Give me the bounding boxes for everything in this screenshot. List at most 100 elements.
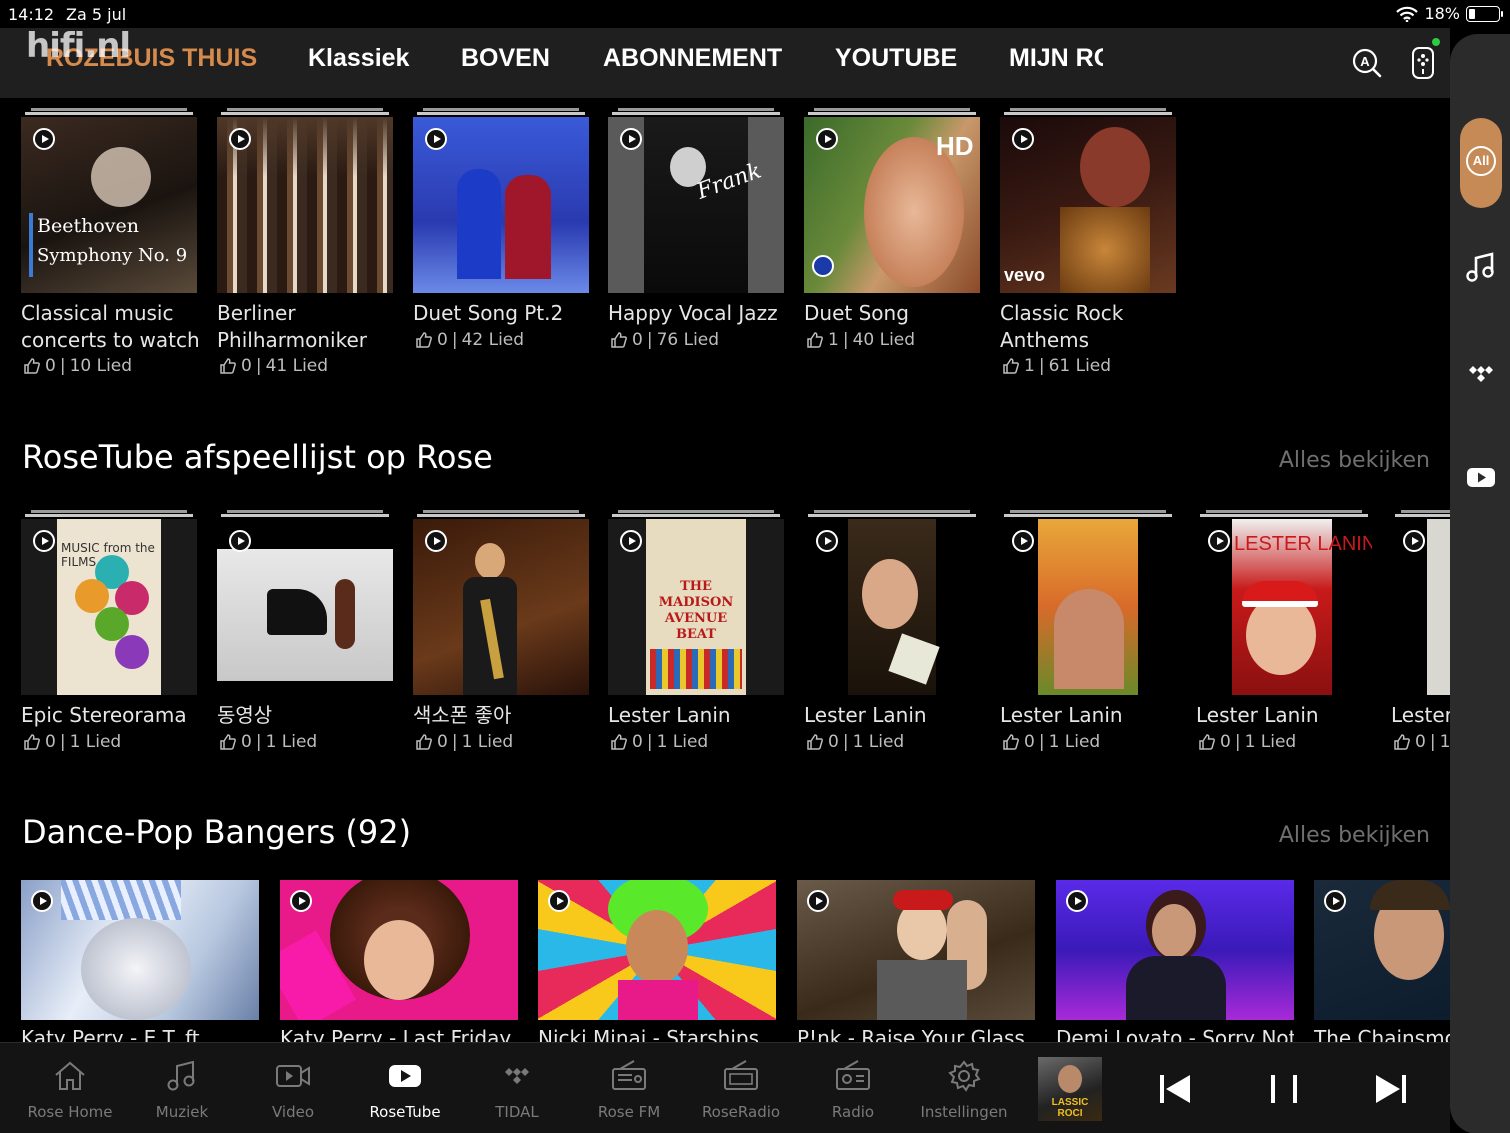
playlist-title: Classical music concerts to watch (21, 301, 200, 352)
battery-icon (1466, 5, 1503, 22)
svg-text:A: A (1360, 54, 1370, 69)
video-title: Katy Perry - E.T. ft. (21, 1026, 207, 1042)
nav-fade (1103, 28, 1343, 98)
playlist-meta: 0|1 Lied (23, 732, 121, 752)
thumbs-up-icon[interactable] (1002, 357, 1020, 375)
like-count: 0 (1220, 732, 1231, 752)
previous-track-icon[interactable] (1156, 1069, 1196, 1109)
song-count: 1 Lied (69, 732, 122, 752)
playlist-title: Lester Lanin (1000, 703, 1123, 727)
thumbs-up-icon[interactable] (23, 733, 41, 751)
play-icon (548, 890, 570, 912)
thumbs-up-icon[interactable] (415, 331, 433, 349)
pause-icon[interactable] (1264, 1069, 1304, 1109)
play-icon (425, 128, 447, 150)
playlist-meta: 0|1 Lied (610, 732, 708, 752)
remote-icon[interactable] (1410, 46, 1436, 80)
video-title: Demi Lovato - Sorry Not (1056, 1026, 1294, 1042)
playlist-title: Lester Lanin (1391, 703, 1450, 727)
thumbs-up-icon[interactable] (23, 357, 41, 375)
playlist-title: 색소폰 좋아 (413, 703, 512, 727)
top-nav: ROZEBUIS THUIS Klassiek BOVEN ABONNEMENT… (0, 26, 1450, 98)
now-playing-artwork[interactable]: LASSIC ROCI (1038, 1057, 1102, 1121)
thumb-text: HD (936, 131, 974, 161)
tab-label: Radio (831, 1103, 875, 1121)
thumbs-up-icon[interactable] (610, 331, 628, 349)
see-all-rosetube[interactable]: Alles bekijken (1279, 448, 1430, 473)
nav-tab-mijn-rc[interactable]: MIJN RC (1009, 44, 1112, 73)
tab-muziek[interactable]: Muziek (132, 1057, 232, 1121)
thumbs-up-icon[interactable] (806, 331, 824, 349)
play-icon (229, 530, 251, 552)
tab-label: RoseRadio (701, 1103, 781, 1121)
thumbs-up-icon[interactable] (219, 357, 237, 375)
tab-video[interactable]: Video (243, 1057, 343, 1121)
thumbs-up-icon[interactable] (1002, 733, 1020, 751)
thumbs-up-icon[interactable] (1393, 733, 1411, 751)
playlist-title: 동영상 (217, 703, 273, 727)
see-all-dance-pop[interactable]: Alles bekijken (1279, 823, 1430, 848)
thumbs-up-icon[interactable] (610, 733, 628, 751)
thumb-text: Beethoven (37, 215, 139, 237)
playlist-title: Classic Rock Anthems (1000, 301, 1124, 352)
connection-dot (1432, 38, 1440, 46)
dance-pop-video-row: vevo Katy Perry - E.T. ft. vevo Katy Per… (0, 880, 1450, 1042)
playlist-meta: 0 | 41 Lied (219, 356, 328, 376)
play-icon (1066, 890, 1088, 912)
song-count: 76 Lied (656, 330, 720, 350)
tab-roseradio[interactable]: RoseRadio (691, 1057, 791, 1121)
tab-tidal[interactable]: TIDAL (467, 1057, 567, 1121)
play-icon (425, 530, 447, 552)
play-icon (229, 128, 251, 150)
thumbs-up-icon[interactable] (1198, 733, 1216, 751)
nav-tab-youtube[interactable]: YOUTUBE (835, 44, 957, 73)
status-right: 18% (1396, 4, 1503, 23)
tidal-icon[interactable] (1464, 356, 1498, 390)
nav-tab-boven[interactable]: BOVEN (461, 44, 550, 73)
nav-tab-klassiek[interactable]: Klassiek (308, 44, 409, 73)
play-icon (1324, 890, 1346, 912)
youtube-icon[interactable] (1464, 460, 1498, 494)
play-icon (1403, 530, 1425, 552)
song-count: 1 Lied (1439, 732, 1450, 752)
playlist-meta: 1 | 61 Lied (1002, 356, 1111, 376)
tab-radio[interactable]: Radio (803, 1057, 903, 1121)
tab-rose-fm[interactable]: Rose FM (579, 1057, 679, 1121)
playlist-title: Lester Lanin (608, 703, 731, 727)
like-count: 0 (632, 330, 643, 350)
status-time: 14:12 (8, 5, 55, 24)
like-count: 0 (828, 732, 839, 752)
tab-instellingen[interactable]: Instellingen (914, 1057, 1014, 1121)
music-icon (167, 1060, 195, 1091)
wifi-icon (1396, 6, 1419, 22)
song-count: 1 Lied (852, 732, 905, 752)
search-a-icon[interactable]: A (1352, 48, 1382, 78)
music-note-icon[interactable] (1464, 250, 1498, 284)
like-count: 0 (45, 732, 56, 752)
thumbs-up-icon[interactable] (219, 733, 237, 751)
section-title-dance-pop: Dance-Pop Bangers (92) (22, 813, 412, 851)
tab-label: RoseTube (369, 1103, 441, 1121)
next-track-icon[interactable] (1370, 1069, 1410, 1109)
home-icon (55, 1061, 85, 1090)
playlist-title: Happy Vocal Jazz (608, 301, 778, 325)
thumbs-up-icon[interactable] (806, 733, 824, 751)
thumbs-up-icon[interactable] (415, 733, 433, 751)
tab-rose-home[interactable]: Rose Home (20, 1057, 120, 1121)
play-icon (31, 890, 53, 912)
play-icon (807, 890, 829, 912)
video-icon (276, 1065, 310, 1087)
filter-all-button[interactable]: All (1460, 118, 1502, 208)
rosetube-playlist-row: MUSIC from the FILMS Epic Stereorama 0 | 1… (0, 510, 1450, 770)
like-count: 0 (437, 732, 448, 752)
playlist-title: Lester Lanin (1196, 703, 1319, 727)
playlist-meta: 0|1 Lied (1393, 732, 1450, 752)
play-icon (1012, 128, 1034, 150)
nav-tab-abonnement[interactable]: ABONNEMENT (603, 44, 782, 73)
song-count: 1 Lied (461, 732, 514, 752)
like-count: 0 (45, 356, 56, 376)
section-title-rosetube: RoseTube afspeellijst op Rose (22, 438, 493, 476)
right-sidebar: All (1450, 34, 1510, 1133)
tab-label: Rose Home (27, 1103, 113, 1121)
tab-rosetube[interactable]: RoseTube (355, 1057, 455, 1121)
